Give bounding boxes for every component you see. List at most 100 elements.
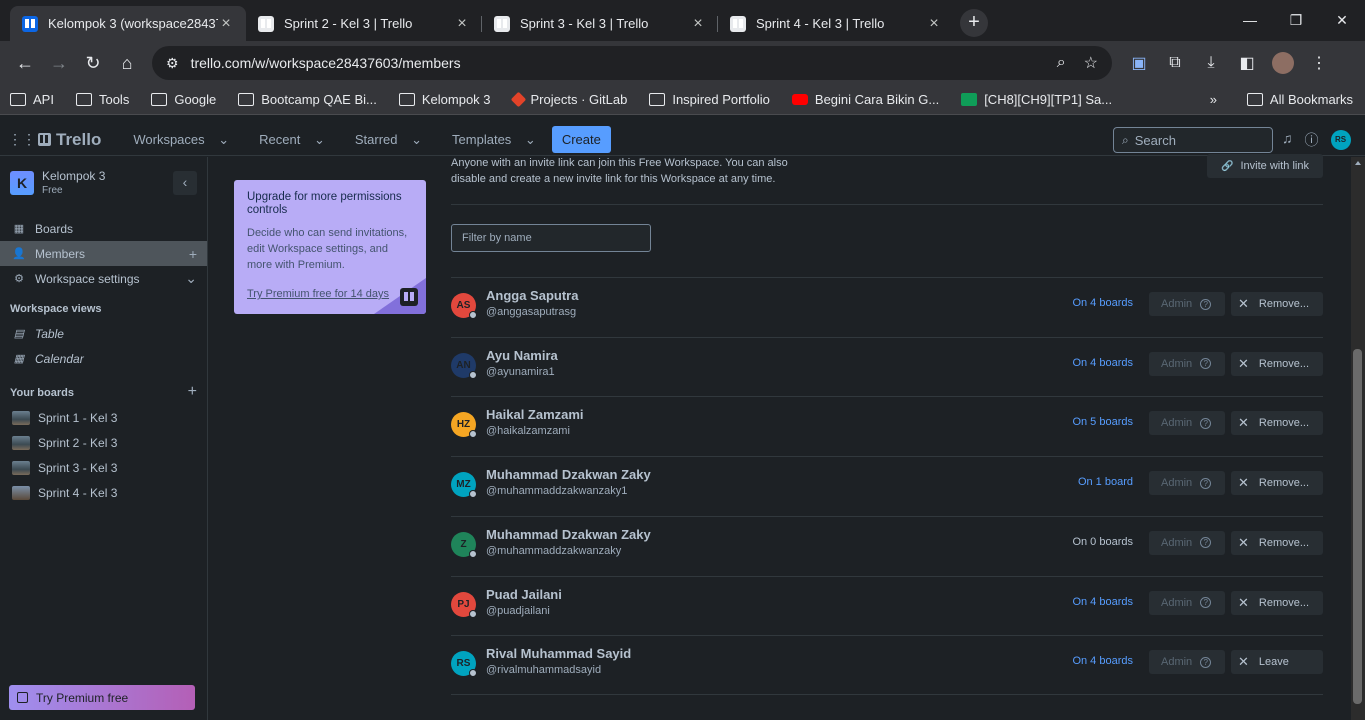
filter-by-name-input[interactable]: [451, 224, 651, 252]
reload-icon[interactable]: ↻: [76, 46, 110, 80]
app-switcher-icon[interactable]: ⋮⋮⋮: [8, 131, 50, 148]
home-icon[interactable]: ⌂: [110, 46, 144, 80]
scrollbar-thumb[interactable]: [1353, 349, 1362, 704]
nav-recent[interactable]: Recent ⌄: [239, 132, 335, 148]
download-icon[interactable]: ⤓: [1200, 54, 1222, 72]
member-avatar[interactable]: RS: [451, 651, 477, 678]
add-member-icon[interactable]: +: [189, 246, 197, 262]
sidebar-item-boards[interactable]: ▦ Boards: [0, 216, 207, 241]
extensions-icon[interactable]: ⧉: [1164, 54, 1186, 72]
search-icon[interactable]: ⌕: [1057, 54, 1066, 72]
bookmark-folder[interactable]: Inspired Portfolio: [649, 92, 770, 107]
bookmarks-overflow[interactable]: »: [1210, 92, 1217, 107]
sidebar-board-item[interactable]: Sprint 4 - Kel 3: [0, 480, 207, 505]
browser-tab[interactable]: Sprint 2 - Kel 3 | Trello ×: [246, 6, 482, 41]
chevron-down-icon: ⌄: [185, 270, 197, 286]
admin-button[interactable]: Admin?: [1149, 351, 1225, 376]
admin-button[interactable]: Admin?: [1149, 650, 1225, 675]
minimize-icon[interactable]: —: [1227, 0, 1273, 40]
sidebar-board-item[interactable]: Sprint 3 - Kel 3: [0, 455, 207, 480]
try-premium-button[interactable]: Try Premium free: [9, 685, 195, 710]
sidebar-board-item[interactable]: Sprint 2 - Kel 3: [0, 430, 207, 455]
side-panel-icon[interactable]: ◧: [1236, 53, 1258, 73]
notifications-icon[interactable]: ♫: [1282, 130, 1293, 150]
collapse-sidebar-button[interactable]: ‹: [173, 171, 197, 195]
search-icon: ⌕: [1122, 132, 1129, 147]
bookmark-link[interactable]: Projects · GitLab: [510, 91, 627, 108]
bookmark-link[interactable]: Begini Cara Bikin G...: [791, 92, 939, 107]
nav-templates[interactable]: Templates ⌄: [432, 132, 546, 148]
member-initials: PJ: [457, 598, 470, 610]
page-scrollbar[interactable]: [1351, 157, 1365, 720]
nav-starred[interactable]: Starred ⌄: [335, 132, 432, 148]
remove-member-button[interactable]: ✕ Remove...: [1231, 590, 1323, 615]
member-name: Muhammad Dzakwan Zaky: [486, 526, 651, 542]
sidebar-item-calendar[interactable]: ▦ Calendar: [0, 346, 207, 371]
sidebar-item-workspace-settings[interactable]: ⚙ Workspace settings ⌄: [0, 266, 207, 291]
remove-member-button[interactable]: ✕ Remove...: [1231, 351, 1323, 376]
bookmark-folder[interactable]: Bootcamp QAE Bi...: [238, 92, 377, 107]
back-icon[interactable]: ←: [8, 46, 42, 80]
help-icon[interactable]: ⓘ: [1305, 130, 1319, 150]
member-avatar[interactable]: HZ: [451, 412, 477, 439]
site-info-icon[interactable]: ⚙: [166, 55, 179, 72]
member-avatar[interactable]: Z: [451, 531, 477, 558]
new-tab-button[interactable]: +: [960, 9, 988, 37]
trello-logo[interactable]: Trello: [38, 130, 101, 150]
create-button[interactable]: Create: [551, 126, 611, 153]
forward-icon[interactable]: →: [42, 46, 76, 80]
bookmark-folder[interactable]: Tools: [75, 92, 129, 107]
user-avatar[interactable]: RS: [1330, 130, 1351, 150]
member-initials: Z: [460, 538, 467, 550]
leave-button[interactable]: ✕ Leave: [1231, 650, 1323, 675]
remove-member-button[interactable]: ✕ Remove...: [1231, 530, 1323, 555]
bookmark-folder[interactable]: Google: [151, 92, 216, 107]
member-avatar[interactable]: AS: [451, 293, 477, 319]
nav-workspaces[interactable]: Workspaces ⌄: [113, 132, 239, 148]
member-boards-count[interactable]: On 5 boards: [1072, 416, 1133, 428]
browser-tab[interactable]: Sprint 4 - Kel 3 | Trello ×: [718, 6, 954, 41]
admin-button[interactable]: Admin?: [1149, 530, 1225, 555]
sidebar-board-item[interactable]: Sprint 1 - Kel 3: [0, 405, 207, 430]
all-bookmarks[interactable]: All Bookmarks: [1246, 92, 1353, 107]
member-name: Muhammad Dzakwan Zaky: [486, 467, 651, 483]
member-avatar[interactable]: PJ: [451, 591, 477, 618]
invite-with-link-button[interactable]: 🔗 Invite with link: [1207, 154, 1323, 178]
search-input[interactable]: ⌕ Search: [1113, 127, 1273, 153]
address-bar[interactable]: ⚙ trello.com/w/workspace28437603/members…: [152, 46, 1112, 80]
member-boards-count[interactable]: On 4 boards: [1072, 357, 1133, 369]
close-tab-icon[interactable]: ×: [690, 15, 706, 33]
admin-button[interactable]: Admin?: [1149, 411, 1225, 436]
bookmark-folder[interactable]: API: [10, 92, 54, 107]
remove-member-button[interactable]: ✕ Remove...: [1231, 292, 1323, 316]
admin-button[interactable]: Admin?: [1149, 590, 1225, 615]
close-tab-icon[interactable]: ×: [218, 15, 234, 33]
member-boards-count[interactable]: On 4 boards: [1072, 297, 1133, 309]
bookmark-link[interactable]: [CH8][CH9][TP1] Sa...: [961, 92, 1112, 107]
bookmark-star-icon[interactable]: ☆: [1084, 53, 1098, 73]
sidebar-item-members[interactable]: 👤 Members +: [0, 241, 207, 266]
restore-icon[interactable]: ❐: [1273, 0, 1319, 40]
trello-extension-icon[interactable]: ▣: [1128, 53, 1150, 73]
member-boards-count[interactable]: On 4 boards: [1072, 596, 1133, 608]
browser-tab[interactable]: Sprint 3 - Kel 3 | Trello ×: [482, 6, 718, 41]
close-window-icon[interactable]: ✕: [1319, 0, 1365, 40]
admin-button[interactable]: Admin?: [1149, 471, 1225, 496]
remove-member-button[interactable]: ✕ Remove...: [1231, 411, 1323, 436]
close-tab-icon[interactable]: ×: [454, 15, 470, 33]
bookmark-folder[interactable]: Kelompok 3: [398, 92, 491, 107]
member-avatar[interactable]: AN: [451, 352, 477, 379]
add-board-icon[interactable]: +: [188, 383, 197, 401]
sidebar-item-table[interactable]: ▤ Table: [0, 321, 207, 346]
menu-icon[interactable]: ⋮: [1308, 53, 1330, 73]
close-tab-icon[interactable]: ×: [926, 15, 942, 33]
remove-member-button[interactable]: ✕ Remove...: [1231, 471, 1323, 496]
profile-avatar[interactable]: [1272, 52, 1294, 74]
admin-button[interactable]: Admin?: [1149, 292, 1225, 316]
member-boards-count[interactable]: On 4 boards: [1072, 655, 1133, 667]
member-boards-count[interactable]: On 1 board: [1078, 476, 1133, 488]
scroll-up-icon[interactable]: [1355, 161, 1361, 165]
member-avatar[interactable]: MZ: [451, 472, 477, 499]
url-text[interactable]: trello.com/w/workspace28437603/members: [191, 55, 1039, 71]
browser-tab[interactable]: Kelompok 3 (workspace28437603) ×: [10, 6, 246, 41]
